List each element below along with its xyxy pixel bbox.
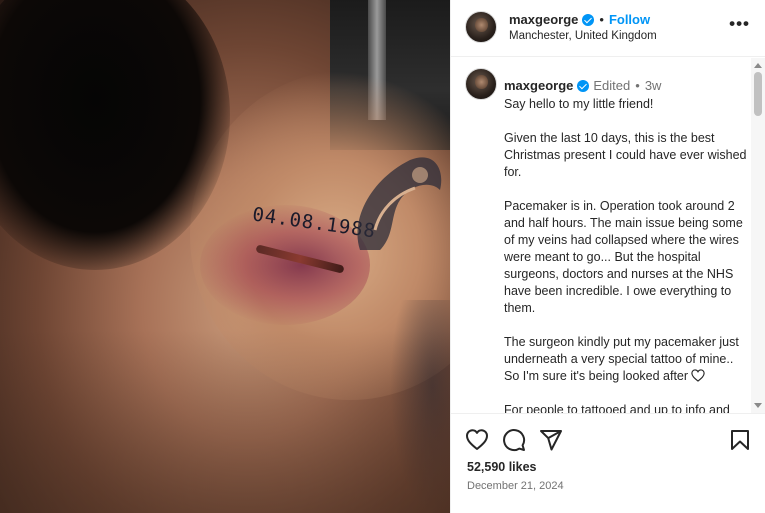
bookmark-icon[interactable] [728, 428, 752, 452]
separator-dot: • [599, 12, 604, 27]
post-header: maxgeorge • Follow Manchester, United Ki… [451, 0, 765, 57]
caption-username[interactable]: maxgeorge [504, 78, 573, 93]
shoulder-tattoo-art [357, 157, 442, 250]
author-username[interactable]: maxgeorge [509, 12, 578, 27]
post-location[interactable]: Manchester, United Kingdom [509, 30, 657, 42]
heart-icon[interactable] [465, 428, 489, 452]
caption-paragraph: Pacemaker is in. Operation took around 2… [504, 199, 743, 315]
caption-text: Say hello to my little friend! Given the… [504, 96, 749, 413]
verified-badge-icon [582, 13, 595, 26]
chest-shading [0, 330, 450, 513]
scroll-down-arrow-icon[interactable] [754, 403, 762, 408]
post-actions: 52,590 likes December 21, 2024 [451, 413, 765, 513]
comment-bubble-icon[interactable] [502, 428, 526, 452]
more-options-icon[interactable]: ••• [729, 15, 750, 32]
post-date[interactable]: December 21, 2024 [467, 480, 564, 492]
comments-scrollbar[interactable] [751, 58, 765, 413]
comments-section[interactable]: maxgeorge Edited • 3w Say hello to my li… [451, 58, 765, 413]
paper-plane-icon[interactable] [539, 428, 563, 452]
caption-paragraph: The surgeon kindly put my pacemaker just… [504, 334, 749, 385]
caption-paragraph: For people to tattooed and up to info an… [504, 403, 730, 413]
action-icons-group [465, 428, 563, 452]
scroll-up-arrow-icon[interactable] [754, 63, 762, 68]
caption-header: maxgeorge Edited • 3w [504, 78, 661, 93]
verified-badge-icon [577, 79, 590, 92]
follow-button[interactable]: Follow [609, 12, 650, 27]
author-avatar[interactable] [465, 11, 497, 43]
scrollbar-thumb[interactable] [754, 72, 762, 116]
post-age[interactable]: 3w [645, 78, 662, 93]
separator-dot: • [635, 78, 640, 93]
author-line: maxgeorge • Follow [509, 12, 650, 27]
caption-paragraph: Say hello to my little friend! [504, 97, 654, 111]
likes-count[interactable]: 52,590 likes [467, 460, 537, 474]
caption-avatar[interactable] [465, 68, 497, 100]
heart-emoji-icon [691, 369, 705, 382]
caption-paragraph: Given the last 10 days, this is the best… [504, 131, 747, 179]
post-image[interactable]: 04.08.1988 [0, 0, 450, 513]
edited-label: Edited [593, 78, 631, 93]
post-side-panel: maxgeorge • Follow Manchester, United Ki… [450, 0, 765, 513]
